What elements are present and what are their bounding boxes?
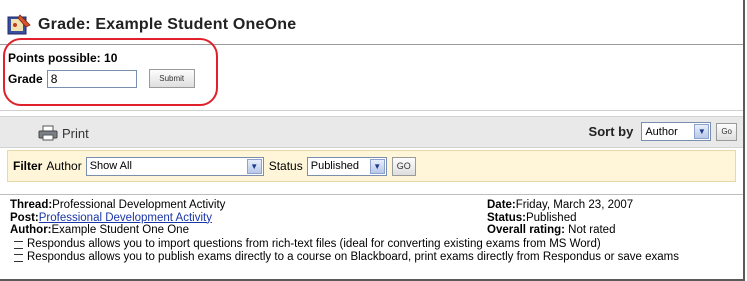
status-filter-label: Status	[268, 159, 303, 173]
author-line: Author:Example Student One One	[10, 224, 225, 237]
filter-go-button[interactable]: GO	[391, 156, 416, 176]
rating-line: Overall rating: Not rated	[487, 224, 633, 237]
status-line: Status:Published	[487, 212, 633, 225]
post-label: Post:	[10, 211, 39, 224]
highlight-annotation	[3, 38, 218, 106]
print-button[interactable]: Print	[37, 125, 89, 141]
author-value: Example Student One One	[51, 224, 189, 236]
chevron-down-icon: ▼	[369, 158, 385, 174]
author-label: Author:	[10, 224, 52, 236]
filter-label: Filter	[13, 159, 43, 173]
list-item-text: Respondus allows you to publish exams di…	[27, 251, 679, 263]
post-meta-right: Date:Friday, March 23, 2007 Status:Publi…	[487, 199, 633, 237]
sort-select[interactable]: Author ▼	[641, 122, 712, 141]
list-item: Respondus allows you to import questions…	[14, 238, 738, 251]
toolbar: Print Sort by Author ▼ Go	[0, 116, 743, 148]
thread-label: Thread:	[10, 199, 53, 211]
post-body: Respondus allows you to import questions…	[14, 238, 738, 264]
status-value: Published	[525, 211, 577, 224]
bullet-icon	[14, 240, 23, 249]
title-bar: Grade: Example Student OneOne	[3, 10, 745, 40]
status-label: Status:	[487, 211, 526, 224]
list-item: Respondus allows you to publish exams di…	[14, 251, 738, 264]
sort-label: Sort by	[588, 124, 634, 139]
page-title: Grade: Example Student OneOne	[38, 16, 297, 33]
author-filter-select[interactable]: Show All ▼	[85, 156, 264, 176]
filter-bar: Filter Author Show All ▼ Status Publishe…	[7, 150, 736, 182]
thread-divider	[0, 194, 743, 195]
date-value: Friday, March 23, 2007	[515, 199, 634, 211]
list-item-text: Respondus allows you to import questions…	[27, 238, 601, 250]
sort-go-button[interactable]: Go	[716, 122, 737, 141]
author-filter-label: Author	[46, 159, 82, 173]
grade-book-icon	[7, 14, 31, 35]
bullet-icon	[14, 253, 23, 262]
print-label: Print	[62, 125, 89, 141]
thread-value: Professional Development Activity	[52, 199, 226, 211]
post-meta-left: Thread:Professional Development Activity…	[10, 199, 225, 237]
sort-control: Sort by Author ▼ Go	[589, 122, 737, 141]
status-filter-select[interactable]: Published ▼	[306, 156, 387, 176]
chevron-down-icon: ▼	[246, 158, 262, 174]
sort-value: Author	[645, 125, 678, 138]
thread-line: Thread:Professional Development Activity	[10, 199, 225, 212]
date-label: Date:	[487, 199, 516, 211]
status-filter-value: Published	[310, 160, 360, 172]
printer-icon	[38, 125, 58, 141]
rating-label: Overall rating:	[487, 224, 565, 236]
chevron-down-icon: ▼	[694, 124, 710, 139]
post-line: Post:Professional Development Activity	[10, 212, 225, 225]
date-line: Date:Friday, March 23, 2007	[487, 199, 633, 212]
rating-value: Not rated	[564, 224, 616, 236]
section-divider	[0, 110, 743, 111]
author-filter-value: Show All	[89, 160, 132, 172]
post-link[interactable]: Professional Development Activity	[39, 212, 212, 224]
